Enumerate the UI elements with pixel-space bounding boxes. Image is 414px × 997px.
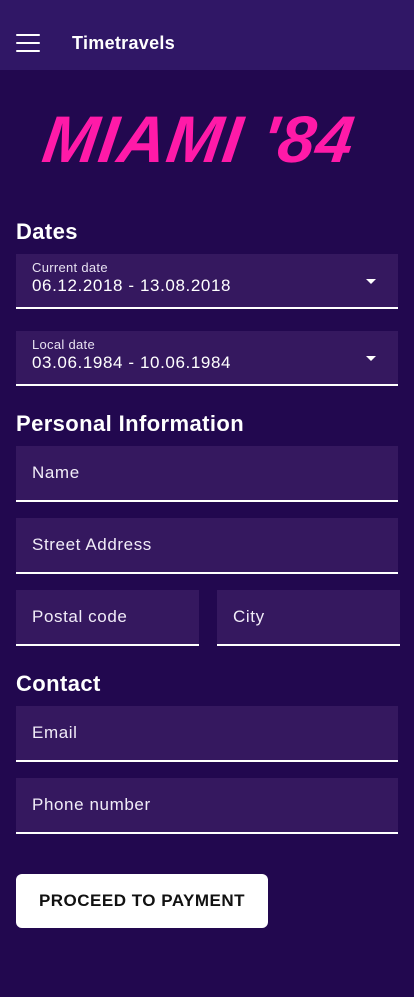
dates-section-title: Dates <box>16 219 78 244</box>
personal-info-section-title: Personal Information <box>16 411 245 436</box>
name-field[interactable]: Name <box>16 446 398 502</box>
local-date-value: 03.06.1984 - 10.06.1984 <box>32 353 232 372</box>
app-bar: Timetravels <box>0 0 414 70</box>
city-field[interactable]: City <box>217 590 400 646</box>
current-date-label: Current date <box>32 260 108 275</box>
dropdown-arrow-icon[interactable] <box>366 356 376 361</box>
postal-code-field[interactable]: Postal code <box>16 590 199 646</box>
miami-84-logo: MIAMI '84 <box>38 103 359 176</box>
current-date-value: 06.12.2018 - 13.08.2018 <box>32 276 232 295</box>
contact-section-title: Contact <box>16 671 101 696</box>
dropdown-arrow-icon[interactable] <box>366 279 376 284</box>
app-title: Timetravels <box>72 33 176 53</box>
hamburger-menu-icon[interactable] <box>16 34 40 52</box>
local-date-label: Local date <box>32 337 95 352</box>
street-address-field[interactable]: Street Address <box>16 518 398 574</box>
phone-number-field[interactable]: Phone number <box>16 778 398 834</box>
local-date-select[interactable]: Local date 03.06.1984 - 10.06.1984 <box>16 331 398 386</box>
current-date-select[interactable]: Current date 06.12.2018 - 13.08.2018 <box>16 254 398 309</box>
svg-text:MIAMI '84: MIAMI '84 <box>38 103 359 176</box>
proceed-to-payment-button[interactable]: PROCEED TO PAYMENT <box>16 874 268 928</box>
email-field[interactable]: Email <box>16 706 398 762</box>
